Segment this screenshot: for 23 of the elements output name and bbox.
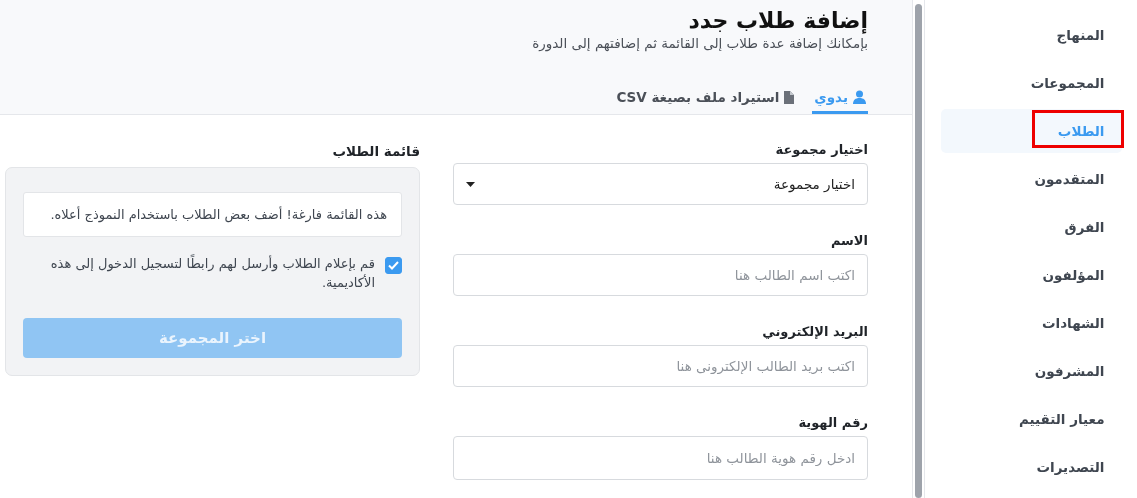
- sidebar-item[interactable]: التصديرات: [940, 445, 1122, 489]
- page-subtitle: بإمكانك إضافة عدة طلاب إلى القائمة ثم إضافتهم إلى الدورة: [532, 35, 868, 51]
- sidebar-item[interactable]: المشرفون: [940, 349, 1122, 393]
- sidebar-item[interactable]: الشهادات: [940, 301, 1122, 345]
- page-title: إضافة طلاب جدد: [688, 8, 868, 33]
- checkbox-label: قم بإعلام الطلاب وأرسل لهم رابطًا لتسجيل الدخول إلى هذه الأكاديمية.: [49, 254, 375, 292]
- sidebar-item[interactable]: الفرق: [940, 205, 1122, 249]
- input-field[interactable]: اكتب بريد الطالب الإلكترونى هنا: [453, 345, 868, 387]
- group-select[interactable]: اختيار مجموعة: [453, 163, 868, 205]
- sidebar-item[interactable]: معيار التقييم: [940, 397, 1122, 441]
- sidebar-item[interactable]: المتقدمون: [940, 157, 1122, 201]
- tab[interactable]: استيراد ملف بصيغة CSV: [614, 89, 797, 114]
- sidebar-item[interactable]: المجموعات: [940, 61, 1122, 105]
- field-label: البريد الإلكتروني: [761, 324, 868, 339]
- input-field[interactable]: اكتب اسم الطالب هنا: [453, 254, 868, 296]
- sidebar-item[interactable]: المؤلفون: [940, 253, 1122, 297]
- sidebar-item[interactable]: المنهاج: [940, 13, 1122, 57]
- field-label: اختيار مجموعة: [774, 142, 868, 157]
- empty-message: هذه القائمة فارغة! أضف بعض الطلاب باستخدام النموذج أعلاه.: [23, 192, 402, 237]
- list-title: قائمة الطلاب: [331, 143, 420, 159]
- field-label: الاسم: [829, 233, 868, 248]
- input-field[interactable]: ادخل رقم هوية الطالب هنا: [453, 436, 868, 480]
- field-label: رقم الهوية: [797, 415, 868, 430]
